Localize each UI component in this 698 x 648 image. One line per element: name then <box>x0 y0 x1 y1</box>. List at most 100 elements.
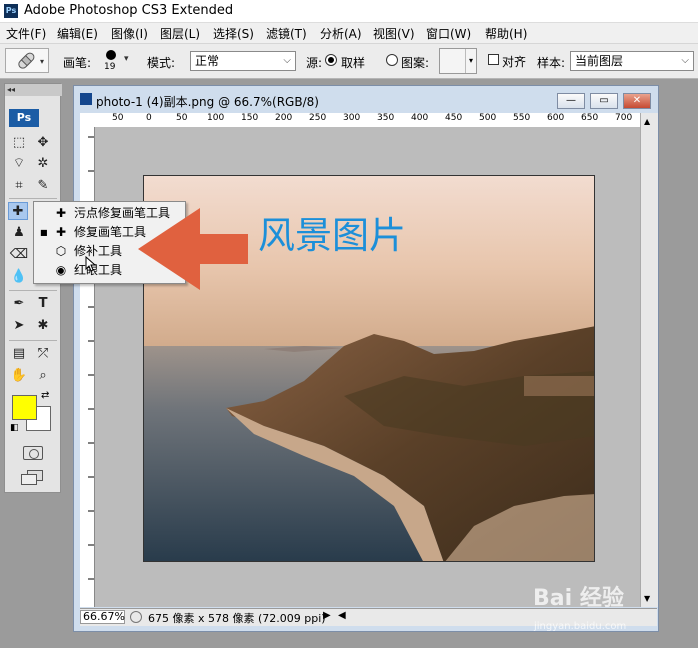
vertical-scrollbar[interactable]: ▲ ▼ <box>640 113 658 607</box>
photoshop-app-icon: Ps <box>4 4 18 18</box>
custom-shape-icon[interactable]: ✱ <box>33 317 53 335</box>
ruler-tick: 150 <box>241 113 259 123</box>
active-tool-indicator: ■ <box>40 228 48 237</box>
sample-value: 当前图层 <box>575 54 624 68</box>
maximize-button[interactable]: ▭ <box>590 93 618 109</box>
watermark-url: jingyan.baidu.com <box>534 621 627 632</box>
ruler-tick: 50 <box>112 113 124 123</box>
foreground-color-fill <box>12 395 37 420</box>
menu-layer[interactable]: 图层(L) <box>160 25 200 42</box>
zoom-field[interactable]: 66.67% <box>80 610 125 624</box>
window-title: Adobe Photoshop CS3 Extended <box>24 3 234 18</box>
magic-wand-icon[interactable]: ✲ <box>33 155 53 173</box>
pattern-label: 图案: <box>401 56 430 70</box>
menu-help[interactable]: 帮助(H) <box>485 25 527 42</box>
watermark-brand: Bai 经验 <box>533 586 624 611</box>
hand-icon[interactable]: ✋ <box>9 367 29 385</box>
menu-view[interactable]: 视图(V) <box>373 25 415 42</box>
toolbox-header[interactable]: ◂◂ <box>5 84 62 96</box>
ruler-tick: 650 <box>581 113 599 123</box>
annotation-arrow <box>130 200 250 301</box>
menu-edit[interactable]: 编辑(E) <box>57 25 98 42</box>
menu-select[interactable]: 选择(S) <box>213 25 254 42</box>
ruler-tick: 500 <box>479 113 497 123</box>
sampled-radio[interactable] <box>325 54 337 66</box>
slice-icon[interactable]: ✎ <box>33 177 53 195</box>
scroll-up-icon[interactable]: ▲ <box>644 117 650 126</box>
type-icon[interactable]: T <box>33 295 53 313</box>
marquee-icon[interactable]: ⬚ <box>9 134 29 152</box>
pattern-picker[interactable]: ▾ <box>439 48 477 74</box>
aligned-checkbox[interactable] <box>488 54 499 65</box>
brush-size: 19 <box>104 62 116 72</box>
ruler-tick: 400 <box>411 113 429 123</box>
patch-icon: ⬡ <box>55 244 67 258</box>
ruler-tick: 200 <box>275 113 293 123</box>
pattern-dropdown-icon: ▾ <box>465 49 476 73</box>
ruler-tick: 350 <box>377 113 395 123</box>
brush-dropdown-icon[interactable]: ▾ <box>124 54 129 64</box>
source-label: 源: <box>306 56 323 70</box>
healing-brush-tool-icon[interactable]: ✚ <box>8 202 28 220</box>
toolbox-logo: Ps <box>9 109 39 127</box>
ruler-tick: 100 <box>207 113 225 123</box>
healing-brush-icon: ✚ <box>55 225 67 239</box>
move-icon[interactable]: ✥ <box>33 134 53 152</box>
flyout-item-label: 修补工具 <box>74 244 123 258</box>
red-eye-icon: ◉ <box>55 263 67 277</box>
brush-dot-icon <box>106 50 116 60</box>
ruler-tick: 550 <box>513 113 531 123</box>
default-colors-icon[interactable]: ◧ <box>10 423 19 433</box>
chevron-down-icon: ⌵ <box>283 55 291 66</box>
clone-stamp-icon[interactable]: ♟ <box>9 224 29 242</box>
title-bar: Ps Adobe Photoshop CS3 Extended <box>0 0 698 23</box>
status-menu-arrow-icon[interactable]: ▶ <box>323 610 331 621</box>
annotation-label: 风景图片 <box>258 214 406 257</box>
vertical-ruler <box>80 127 95 607</box>
mode-select[interactable]: 正常 ⌵ <box>190 51 296 71</box>
zoom-icon[interactable]: ⌕ <box>33 367 53 385</box>
menu-file[interactable]: 文件(F) <box>6 25 46 42</box>
sample-label: 样本: <box>537 56 566 70</box>
blur-icon[interactable]: 💧 <box>9 268 29 286</box>
lasso-icon[interactable]: ⌔ <box>9 155 29 173</box>
toolbox: ◂◂ Ps ⬚ ✥ ⌔ ✲ ⌗ ✎ ✚ ♟ ⌫ 💧 ✒ T ➤ ✱ ▤ ⤱ ✋ … <box>4 83 62 493</box>
tool-preset-picker[interactable]: ▾ <box>5 48 49 73</box>
eyedropper-icon[interactable]: ⤱ <box>33 345 53 363</box>
pattern-radio[interactable] <box>386 54 398 66</box>
eraser-icon[interactable]: ⌫ <box>9 246 29 264</box>
horizontal-ruler: 50 0 50 100 150 200 250 300 350 400 450 … <box>80 113 640 128</box>
pen-icon[interactable]: ✒ <box>9 295 29 313</box>
ruler-tick: 0 <box>146 113 152 123</box>
menu-bar: 文件(F) 编辑(E) 图像(I) 图层(L) 选择(S) 滤镜(T) 分析(A… <box>0 23 698 44</box>
sampled-label: 取样 <box>341 56 366 70</box>
menu-analysis[interactable]: 分析(A) <box>320 25 362 42</box>
flyout-item-label: 红眼工具 <box>74 263 123 277</box>
brush-picker[interactable]: 19 <box>100 48 122 74</box>
scroll-left-icon[interactable]: ◀ <box>338 610 356 621</box>
ruler-tick: 50 <box>176 113 188 123</box>
crop-icon[interactable]: ⌗ <box>9 177 29 195</box>
aligned-label: 对齐 <box>502 55 527 69</box>
swap-colors-icon[interactable]: ⇄ <box>41 390 49 401</box>
chevron-down-icon: ⌵ <box>681 55 689 66</box>
ruler-tick: 600 <box>547 113 565 123</box>
scroll-down-icon[interactable]: ▼ <box>644 594 650 603</box>
ruler-tick: 450 <box>445 113 463 123</box>
minimize-button[interactable]: — <box>557 93 585 109</box>
quick-mask-icon[interactable] <box>23 446 43 460</box>
menu-filter[interactable]: 滤镜(T) <box>266 25 307 42</box>
document-info: 675 像素 x 578 像素 (72.009 ppi) <box>148 612 326 625</box>
path-selection-icon[interactable]: ➤ <box>9 317 29 335</box>
mode-value: 正常 <box>195 54 220 68</box>
notes-icon[interactable]: ▤ <box>9 345 29 363</box>
sample-select[interactable]: 当前图层 ⌵ <box>570 51 694 71</box>
menu-window[interactable]: 窗口(W) <box>426 25 471 42</box>
bandage-icon: ▾ <box>18 52 44 69</box>
screen-mode-icon[interactable] <box>21 470 43 485</box>
menu-image[interactable]: 图像(I) <box>111 25 148 42</box>
close-button[interactable]: ✕ <box>623 93 651 109</box>
svg-text:▾: ▾ <box>40 57 44 66</box>
mouse-cursor-icon <box>85 255 97 275</box>
info-icon[interactable] <box>130 611 142 623</box>
